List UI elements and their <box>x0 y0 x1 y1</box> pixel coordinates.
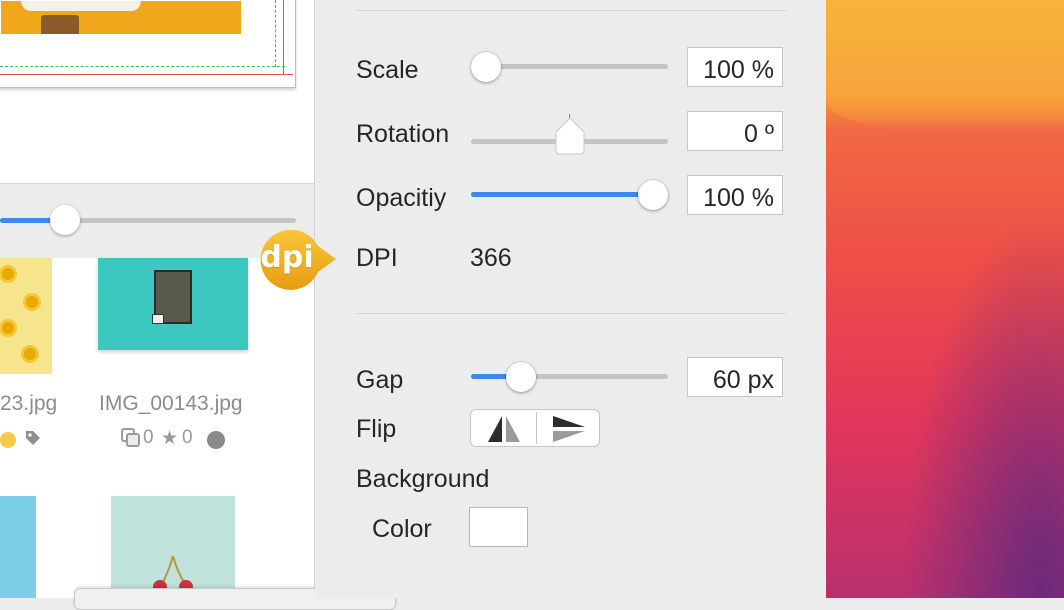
thumbnail-sunflowers[interactable] <box>0 258 52 374</box>
thumbnail-blue[interactable] <box>0 496 36 598</box>
copies-icon <box>120 427 142 449</box>
thumbnail-size-slider-knob[interactable] <box>50 205 80 235</box>
rotation-label: Rotation <box>356 120 450 148</box>
preview-photo[interactable] <box>1 1 241 34</box>
thumbnail-teal-wall[interactable] <box>98 258 248 350</box>
gap-slider-knob[interactable] <box>506 362 536 392</box>
color-label-dot[interactable] <box>0 432 16 448</box>
dpi-badge: dpi <box>252 228 336 290</box>
tag-icon[interactable] <box>24 429 42 447</box>
desktop-wallpaper <box>826 0 1064 598</box>
flip-label: Flip <box>356 415 397 443</box>
scale-value-field[interactable]: 100 % <box>687 47 783 87</box>
flip-horizontal-button[interactable] <box>471 410 535 446</box>
rotation-slider-knob[interactable] <box>553 116 587 156</box>
flip-vertical-icon <box>553 416 585 442</box>
plaque-shape <box>152 314 164 324</box>
flip-vertical-button[interactable] <box>537 410 601 446</box>
opacity-slider-knob[interactable] <box>638 180 668 210</box>
background-color-label: Color <box>372 515 432 543</box>
flip-horizontal-icon <box>488 416 520 442</box>
divider <box>356 10 786 11</box>
opacity-value-field[interactable]: 100 % <box>687 175 783 215</box>
margin-guide-line <box>275 0 276 67</box>
thumbnail-cherries[interactable] <box>111 496 235 598</box>
opacity-label: Opacitiy <box>356 184 447 212</box>
copies-count: 0 <box>143 427 154 448</box>
rotation-value-field[interactable]: 0 º <box>687 111 783 151</box>
dpi-label: DPI <box>356 244 398 272</box>
scale-slider-knob[interactable] <box>471 52 501 82</box>
flip-segmented-control <box>470 409 600 447</box>
opacity-slider-fill <box>471 192 653 197</box>
stars-count: 0 <box>182 427 193 448</box>
bleed-guide-line <box>0 74 293 75</box>
thumbnail-filename: IMG_00143.jpg <box>99 392 243 415</box>
background-label: Background <box>356 465 490 493</box>
background-color-well[interactable] <box>469 507 528 547</box>
divider <box>356 313 786 314</box>
color-label-dot[interactable] <box>207 431 225 449</box>
image-browser-pane: 23.jpg IMG_00143.jpg 0 ★ 0 <box>0 0 396 610</box>
bleed-guide-line <box>283 0 284 75</box>
star-icon: ★ <box>161 428 179 449</box>
gap-label: Gap <box>356 366 404 394</box>
scale-label: Scale <box>356 56 419 84</box>
badge-label: dpi <box>260 240 314 275</box>
margin-guide-line <box>0 66 285 67</box>
wallpaper-band <box>826 0 1064 130</box>
dpi-value: 366 <box>470 244 512 272</box>
table-shape <box>41 15 79 34</box>
layout-inspector-panel <box>315 0 826 598</box>
thumbnail-filename: 23.jpg <box>0 392 58 415</box>
plate-shape <box>21 1 141 11</box>
gap-value-field[interactable]: 60 px <box>687 357 783 397</box>
